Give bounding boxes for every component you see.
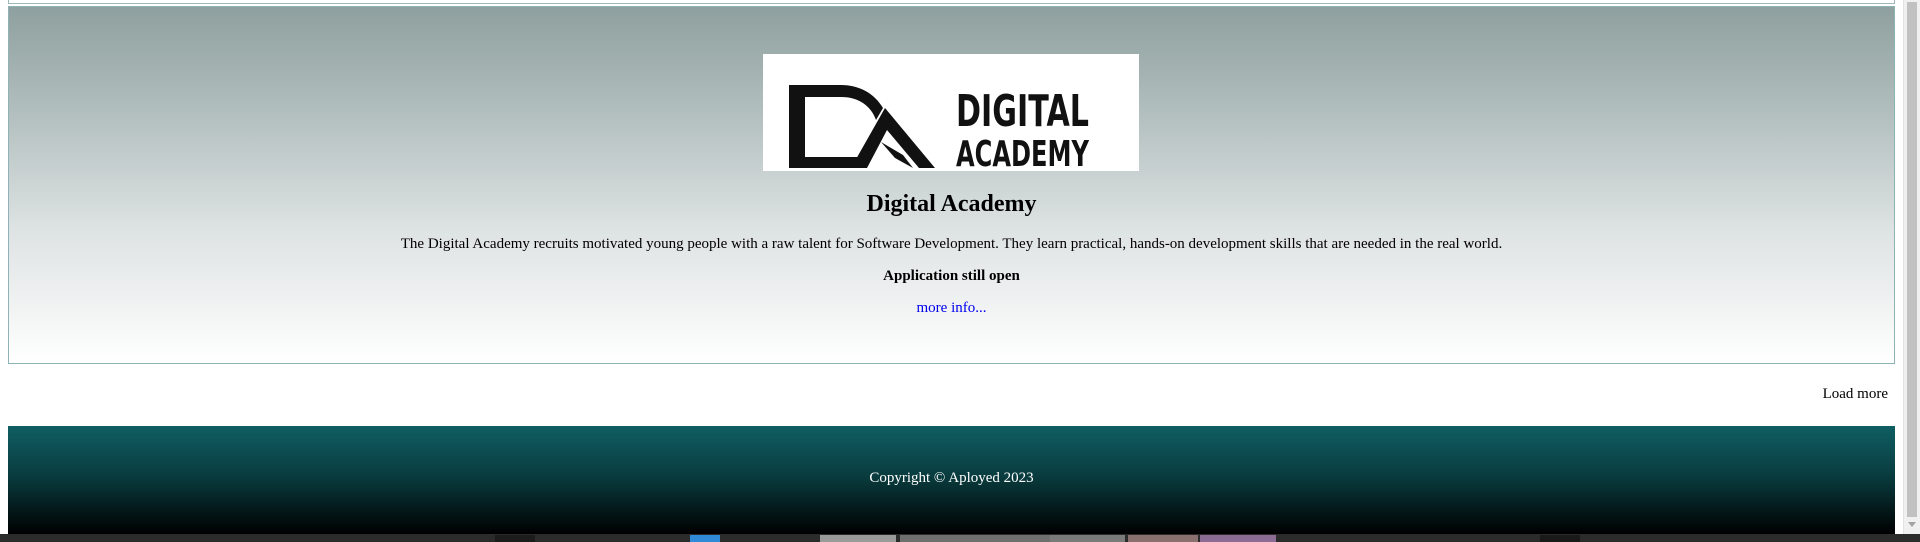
copyright-text: Copyright © Aployed 2023 (869, 470, 1034, 486)
taskbar-item[interactable] (820, 535, 896, 542)
more-info-row: more info... (9, 300, 1894, 317)
card-description: The Digital Academy recruits motivated y… (400, 236, 1503, 252)
logo-text-line2: ACADEMY (956, 134, 1090, 171)
scroll-down-arrow-icon[interactable] (1908, 522, 1916, 527)
taskbar-item[interactable] (1050, 535, 1125, 542)
taskbar-item[interactable] (690, 535, 720, 542)
previous-card-edge (8, 0, 1895, 4)
application-status: Application still open (883, 268, 1020, 284)
logo-text-line1: DIGITAL (956, 86, 1089, 137)
more-info-link[interactable]: more info... (917, 300, 987, 316)
card-title: Digital Academy (866, 191, 1037, 217)
program-card: DIGITAL ACADEMY Digital Academy The Digi… (8, 6, 1895, 364)
taskbar-item[interactable] (900, 535, 1060, 542)
taskbar-strip (0, 534, 1920, 542)
taskbar-item[interactable] (495, 535, 535, 542)
taskbar-item[interactable] (1128, 535, 1198, 542)
scrollbar-thumb[interactable] (1907, 2, 1917, 517)
taskbar-item[interactable] (1200, 535, 1276, 542)
digital-academy-logo: DIGITAL ACADEMY (763, 54, 1139, 171)
page: DIGITAL ACADEMY Digital Academy The Digi… (0, 0, 1920, 542)
footer: Copyright © Aployed 2023 (8, 426, 1895, 534)
load-more-button[interactable]: Load more (1823, 386, 1888, 403)
taskbar-item[interactable] (1540, 535, 1580, 542)
vertical-scrollbar[interactable] (1903, 0, 1920, 534)
